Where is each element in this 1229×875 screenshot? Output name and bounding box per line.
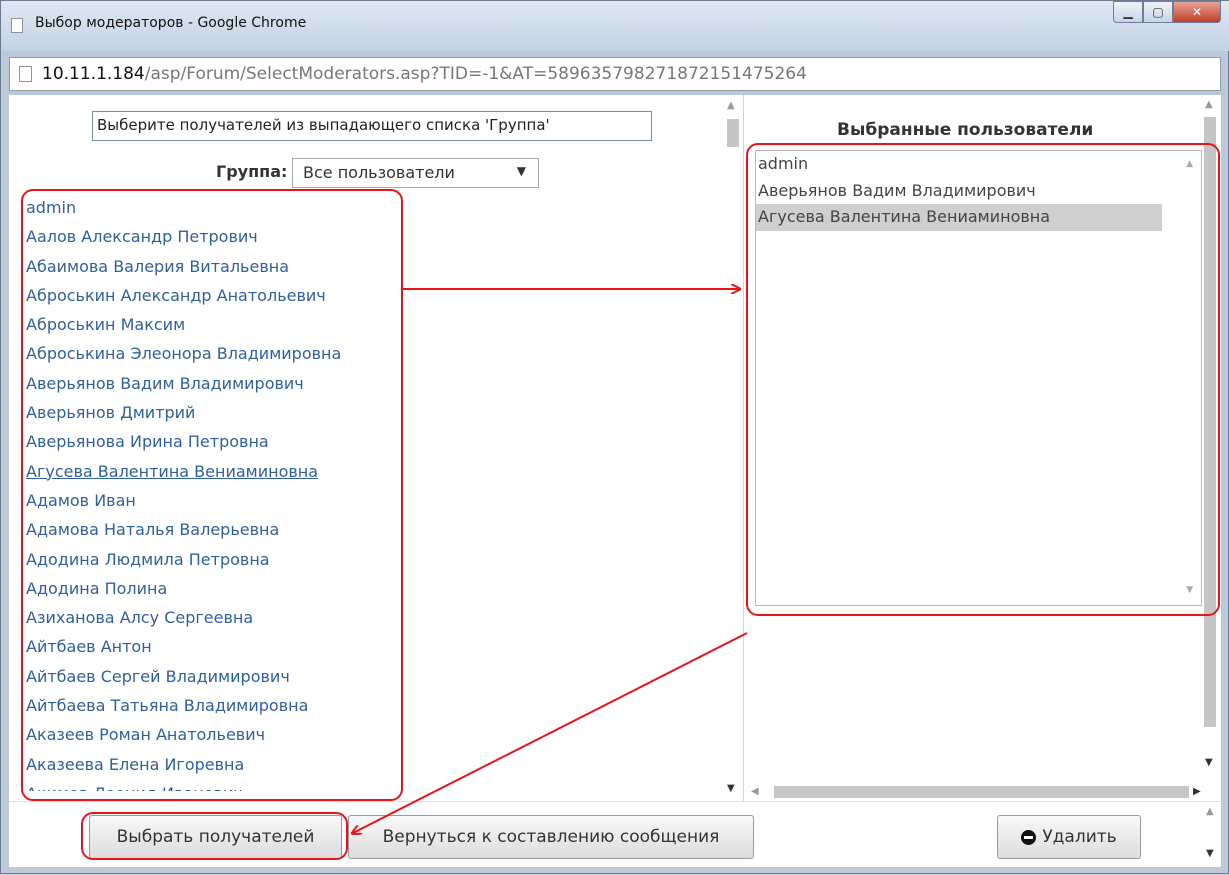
minus-circle-icon bbox=[1021, 829, 1037, 845]
right-pane: Выбранные пользователи admin Аверьянов Ва… bbox=[745, 95, 1221, 801]
choose-recipients-button[interactable]: Выбрать получателей bbox=[89, 815, 342, 859]
user-list-item[interactable]: Аверьянова Ирина Петровна bbox=[26, 427, 406, 456]
delete-button-label: Удалить bbox=[1042, 827, 1117, 847]
user-list-item[interactable]: Аброськина Элеонора Владимировна bbox=[26, 339, 406, 368]
user-list-item[interactable]: Айтбаев Антон bbox=[26, 632, 406, 661]
scroll-up-icon[interactable]: ▲ bbox=[1205, 99, 1213, 110]
hint-text: Выберите получателей из выпадающего спис… bbox=[92, 111, 652, 141]
scroll-down-icon[interactable]: ▼ bbox=[1205, 757, 1213, 768]
browser-window: Выбор модераторов - Google Chrome ▁ ▢ ✕ … bbox=[0, 0, 1229, 874]
group-label: Группа: bbox=[216, 162, 288, 181]
user-list: admin Аалов Александр Петрович Абаимова Ва… bbox=[26, 193, 406, 791]
chevron-down-icon: ▼ bbox=[516, 164, 526, 178]
user-list-item[interactable]: admin bbox=[26, 193, 406, 222]
user-list-item[interactable]: Абаимова Валерия Витальевна bbox=[26, 252, 406, 281]
scrollbar-thumb[interactable] bbox=[774, 786, 1189, 798]
back-to-message-button[interactable]: Вернуться к составлению сообщения bbox=[348, 815, 754, 859]
button-bar: Выбрать получателей Вернуться к составле… bbox=[9, 801, 1221, 867]
scroll-up-icon[interactable]: ▲ bbox=[1206, 806, 1214, 817]
close-button[interactable]: ✕ bbox=[1173, 1, 1221, 23]
selected-user-item[interactable]: admin bbox=[756, 151, 1162, 178]
user-list-item[interactable]: Аброськин Максим bbox=[26, 310, 406, 339]
page-icon bbox=[19, 66, 32, 82]
bottom-scrollbar[interactable]: ▲ ▼ bbox=[1201, 802, 1221, 868]
selected-user-item[interactable]: Агусева Валентина Вениаминовна bbox=[756, 204, 1162, 231]
user-list-item[interactable]: Адодина Людмила Петровна bbox=[26, 545, 406, 574]
url-path: /asp/Forum/SelectModerators.asp?TID=-1&A… bbox=[144, 64, 807, 84]
selected-user-item[interactable]: Аверьянов Вадим Владимирович bbox=[756, 178, 1162, 205]
title-bar: Выбор модераторов - Google Chrome ▁ ▢ ✕ bbox=[1, 1, 1229, 51]
right-scrollbar[interactable]: ▲ ▼ bbox=[1200, 95, 1220, 785]
scroll-down-icon[interactable]: ▼ bbox=[1206, 848, 1214, 859]
user-list-item[interactable]: Аброськин Александр Анатольевич bbox=[26, 281, 406, 310]
scroll-up-icon[interactable]: ▲ bbox=[727, 100, 735, 111]
scroll-down-icon[interactable]: ▼ bbox=[727, 783, 735, 794]
scroll-left-icon[interactable]: ◀ bbox=[751, 786, 759, 797]
left-pane: Выберите получателей из выпадающего спис… bbox=[9, 95, 744, 801]
user-list-item[interactable]: Айтбаева Татьяна Владимировна bbox=[26, 691, 406, 720]
user-list-item[interactable]: Аалов Александр Петрович bbox=[26, 222, 406, 251]
page-content: Выберите получателей из выпадающего спис… bbox=[9, 95, 1221, 867]
user-list-item[interactable]: Аказеева Елена Игоревна bbox=[26, 750, 406, 779]
user-list-item[interactable]: Акимов Леонид Иванович bbox=[26, 779, 406, 791]
user-list-item[interactable]: Адамов Иван bbox=[26, 486, 406, 515]
user-list-item[interactable]: Аверьянов Вадим Владимирович bbox=[26, 369, 406, 398]
url-host: 10.11.1.184 bbox=[42, 64, 145, 84]
scrollbar-thumb[interactable] bbox=[1204, 117, 1216, 727]
delete-button[interactable]: Удалить bbox=[997, 815, 1141, 859]
user-list-item[interactable]: Азиханова Алсу Сергеевна bbox=[26, 603, 406, 632]
selected-users-list[interactable]: admin Аверьянов Вадим Владимирович Агусева… bbox=[755, 150, 1202, 606]
group-select-value: Все пользователи bbox=[303, 163, 455, 182]
selected-users-title: Выбранные пользователи bbox=[837, 120, 1094, 140]
window-title: Выбор модераторов - Google Chrome bbox=[35, 15, 307, 31]
left-scrollbar[interactable]: ▲ ▼ bbox=[722, 95, 742, 801]
user-list-item[interactable]: Адодина Полина bbox=[26, 574, 406, 603]
scroll-down-icon[interactable]: ▼ bbox=[1186, 585, 1193, 595]
maximize-button[interactable]: ▢ bbox=[1143, 1, 1173, 23]
scroll-up-icon[interactable]: ▲ bbox=[1186, 159, 1193, 169]
selected-users-items: admin Аверьянов Вадим Владимирович Агусева… bbox=[756, 151, 1201, 231]
url-text: 10.11.1.184/asp/Forum/SelectModerators.a… bbox=[42, 64, 807, 84]
user-list-item[interactable]: Адамова Наталья Валерьевна bbox=[26, 515, 406, 544]
scrollbar-thumb[interactable] bbox=[727, 119, 739, 147]
minimize-button[interactable]: ▁ bbox=[1113, 1, 1143, 23]
user-list-item[interactable]: Айтбаев Сергей Владимирович bbox=[26, 662, 406, 691]
address-bar[interactable]: 10.11.1.184/asp/Forum/SelectModerators.a… bbox=[9, 57, 1221, 91]
scroll-right-icon[interactable]: ▶ bbox=[1193, 786, 1201, 797]
group-select[interactable]: Все пользователи ▼ bbox=[292, 158, 539, 188]
page-icon bbox=[11, 18, 23, 33]
user-list-item[interactable]: Агусева Валентина Вениаминовна bbox=[26, 457, 406, 486]
horizontal-scrollbar[interactable]: ◀ ▶ bbox=[745, 783, 1204, 801]
user-list-item[interactable]: Аказеев Роман Анатольевич bbox=[26, 720, 406, 749]
user-list-item[interactable]: Аверьянов Дмитрий bbox=[26, 398, 406, 427]
